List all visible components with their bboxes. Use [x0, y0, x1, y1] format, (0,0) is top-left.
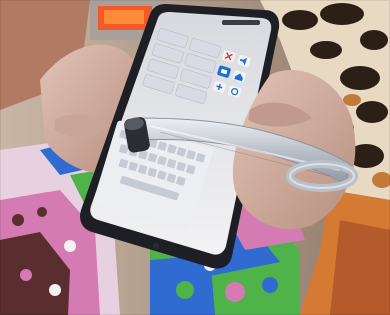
- phone-home-indicator: [153, 243, 159, 249]
- status-bar: [222, 20, 260, 25]
- photo-scene: [0, 0, 390, 315]
- orange-blanket-shadow: [330, 220, 390, 315]
